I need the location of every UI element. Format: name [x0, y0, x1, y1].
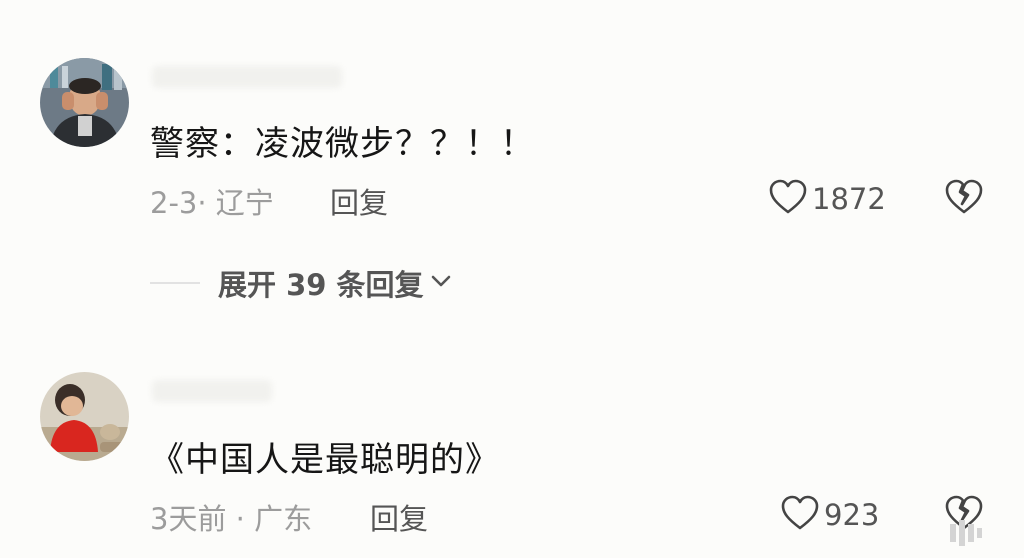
divider-line — [150, 282, 200, 284]
avatar[interactable] — [40, 372, 129, 461]
like-count: 1872 — [812, 182, 886, 216]
expand-replies-button[interactable]: 展开 39 条回复 — [150, 262, 454, 304]
comment-meta: 2-3· 辽宁 — [150, 186, 274, 220]
like-button[interactable]: 1872 — [768, 178, 886, 220]
broken-heart-icon — [944, 179, 984, 220]
avatar[interactable] — [40, 58, 129, 147]
comment-item: 警察：凌波微步？？！！ 2-3· 辽宁 回复 1872 — [0, 0, 1024, 250]
username-blurred[interactable] — [152, 66, 342, 88]
comment-text: 《中国人是最聪明的》 — [150, 440, 500, 480]
dislike-button[interactable] — [944, 178, 984, 220]
comment-text: 警察：凌波微步？？！！ — [150, 124, 535, 164]
like-button[interactable]: 923 — [780, 494, 879, 536]
avatar-image — [40, 372, 129, 461]
reply-button[interactable]: 回复 — [370, 496, 428, 538]
watermark-logo — [948, 518, 984, 548]
avatar-image — [40, 58, 129, 147]
comment-item: 《中国人是最聪明的》 3天前 · 广东 回复 923 — [0, 360, 1024, 558]
expand-replies-label: 展开 39 条回复 — [218, 268, 424, 302]
username-blurred[interactable] — [152, 380, 272, 402]
heart-outline-icon — [780, 494, 820, 536]
heart-outline-icon — [768, 178, 808, 220]
like-count: 923 — [824, 498, 880, 532]
reply-button[interactable]: 回复 — [330, 180, 388, 222]
comment-meta: 3天前 · 广东 — [150, 502, 313, 536]
chevron-down-icon — [428, 268, 454, 298]
